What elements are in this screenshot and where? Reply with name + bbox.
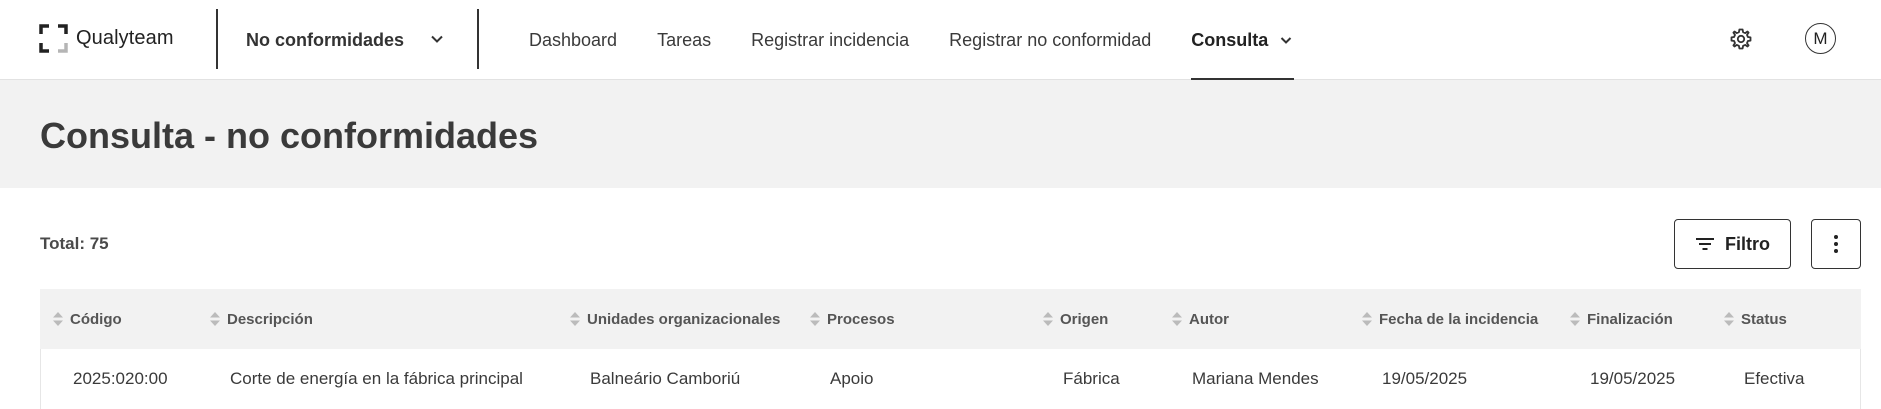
nav-dashboard[interactable]: Dashboard xyxy=(529,0,617,80)
nav-label: Registrar no conformidad xyxy=(949,29,1152,50)
cell-procesos: Apoio xyxy=(830,369,874,388)
cell-autor: Mariana Mendes xyxy=(1192,369,1319,388)
total-count: Total: 75 xyxy=(40,234,109,253)
column-header-label: Origen xyxy=(1060,310,1109,328)
divider xyxy=(477,9,479,69)
cell-descripcion: Corte de energía en la fábrica principal xyxy=(230,369,523,388)
nav-registrar-incidencia[interactable]: Registrar incidencia xyxy=(751,0,909,80)
column-header-unidades[interactable]: Unidades organizacionales xyxy=(569,289,780,349)
nav-registrar-no-conformidad[interactable]: Registrar no conformidad xyxy=(949,0,1151,80)
page-title: Consulta - no conformidades xyxy=(40,115,539,156)
chevron-down-icon[interactable] xyxy=(428,30,446,48)
logo-icon xyxy=(39,23,68,53)
more-vertical-icon xyxy=(1834,235,1838,253)
sort-icon xyxy=(1172,312,1182,326)
nav-tareas[interactable]: Tareas xyxy=(657,0,711,80)
column-header-origen[interactable]: Origen xyxy=(1042,289,1108,349)
gear-icon[interactable] xyxy=(1729,27,1753,51)
column-header-codigo[interactable]: Código xyxy=(52,289,122,349)
sort-icon xyxy=(1724,312,1734,326)
divider xyxy=(216,9,218,69)
cell-codigo: 2025:020:00 xyxy=(73,369,168,388)
cell-unidades: Balneário Camboriú xyxy=(590,369,741,388)
column-header-label: Descripción xyxy=(227,310,313,328)
column-header-label: Procesos xyxy=(827,310,895,328)
main-nav: Dashboard Tareas Registrar incidencia Re… xyxy=(529,0,1334,80)
chevron-down-icon xyxy=(1281,37,1292,44)
brand-name: Qualyteam xyxy=(76,26,174,49)
column-header-descripcion[interactable]: Descripción xyxy=(209,289,313,349)
column-header-status[interactable]: Status xyxy=(1723,289,1787,349)
column-header-fecha-incidencia[interactable]: Fecha de la incidencia xyxy=(1361,289,1538,349)
nav-label: Tareas xyxy=(657,29,712,50)
filter-button[interactable]: Filtro xyxy=(1674,219,1791,269)
more-options-button[interactable] xyxy=(1811,219,1861,269)
sort-icon xyxy=(1043,312,1053,326)
avatar-initial: M xyxy=(1813,28,1828,48)
nav-label: Consulta xyxy=(1191,29,1269,50)
column-header-label: Unidades organizacionales xyxy=(587,310,781,328)
column-header-label: Finalización xyxy=(1587,310,1673,328)
cell-finalizacion: 19/05/2025 xyxy=(1590,369,1676,388)
avatar[interactable]: M xyxy=(1805,23,1836,54)
cell-fecha-incidencia: 19/05/2025 xyxy=(1382,369,1468,388)
module-select-value: No conformidades xyxy=(246,29,405,50)
sort-icon xyxy=(570,312,580,326)
results-table: Código Descripción Unidades organizacion… xyxy=(40,289,1861,409)
table-header: Código Descripción Unidades organizacion… xyxy=(40,289,1861,349)
filter-icon xyxy=(1696,238,1714,250)
sort-icon xyxy=(1362,312,1372,326)
sort-icon xyxy=(53,312,63,326)
column-header-procesos[interactable]: Procesos xyxy=(809,289,895,349)
column-header-label: Fecha de la incidencia xyxy=(1379,310,1539,328)
nav-label: Dashboard xyxy=(529,29,618,50)
cell-status: Efectiva xyxy=(1744,369,1805,388)
nav-consulta[interactable]: Consulta xyxy=(1191,0,1295,80)
nav-label: Registrar incidencia xyxy=(751,29,910,50)
column-header-autor[interactable]: Autor xyxy=(1171,289,1229,349)
top-bar: Qualyteam No conformidades Dashboard Tar… xyxy=(0,0,1881,80)
page-header: Consulta - no conformidades xyxy=(0,80,1881,188)
sort-icon xyxy=(810,312,820,326)
table-row[interactable]: 2025:020:00 Corte de energía en la fábri… xyxy=(40,349,1861,409)
column-header-label: Status xyxy=(1741,310,1787,328)
brand-logo[interactable]: Qualyteam xyxy=(39,22,174,54)
sort-icon xyxy=(210,312,220,326)
column-header-finalizacion[interactable]: Finalización xyxy=(1569,289,1673,349)
column-header-label: Autor xyxy=(1189,310,1229,328)
module-select[interactable]: No conformidades xyxy=(246,26,404,54)
filter-button-label: Filtro xyxy=(1725,233,1770,254)
cell-origen: Fábrica xyxy=(1063,369,1120,388)
column-header-label: Código xyxy=(70,310,122,328)
sort-icon xyxy=(1570,312,1580,326)
